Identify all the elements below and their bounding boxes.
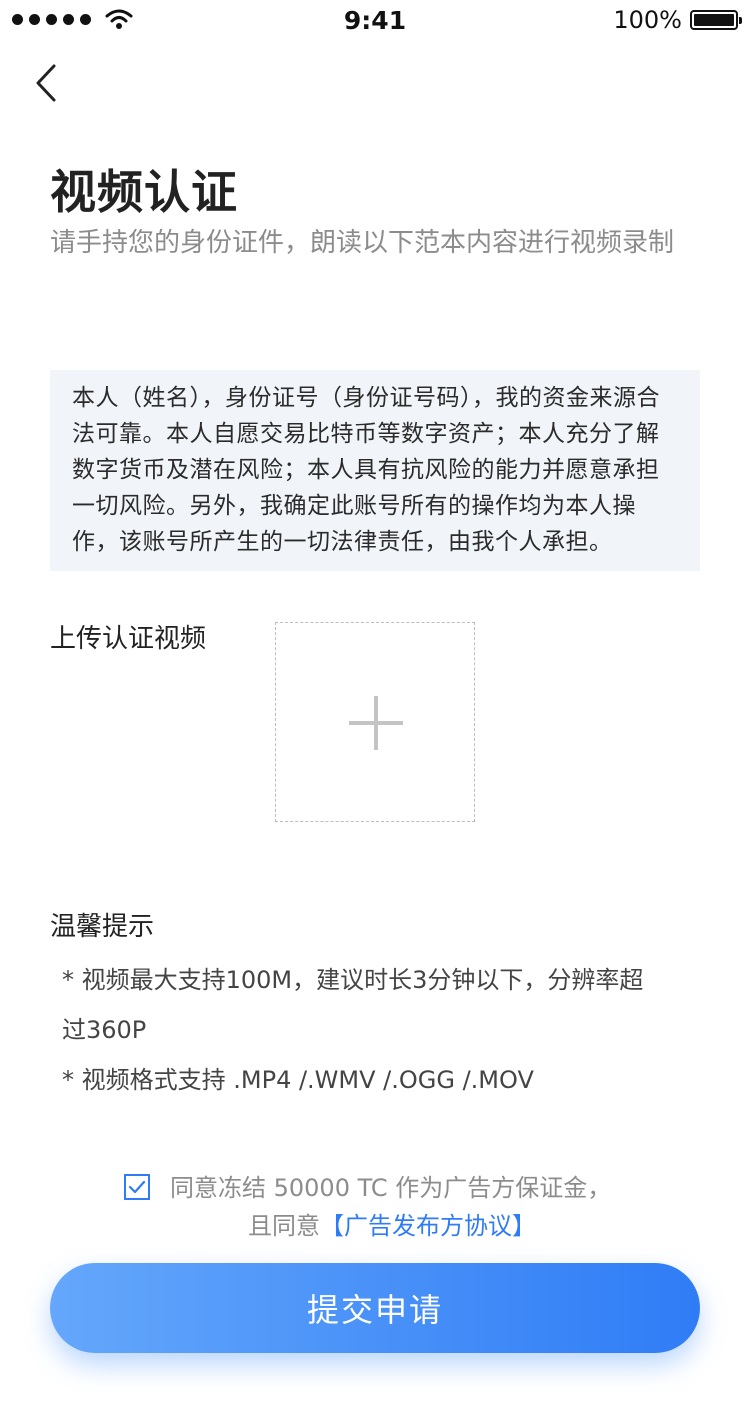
chevron-left-icon (36, 64, 56, 102)
agreement-text-2: 且同意【广告发布方协议】 (248, 1206, 536, 1241)
tip-line: 过360P (62, 1016, 147, 1044)
script-text: 本人（姓名），身份证号（身份证号码），我的资金来源合法可靠。本人自愿交易比特币等… (72, 385, 660, 555)
script-text-box: 本人（姓名），身份证号（身份证号码），我的资金来源合法可靠。本人自愿交易比特币等… (50, 370, 700, 571)
tips-title: 温馨提示 (50, 912, 155, 942)
tip-line: * 视频格式支持 .MP4 /.WMV /.OGG /.MOV (62, 1066, 534, 1094)
battery-icon (690, 10, 742, 30)
page-subtitle: 请手持您的身份证件，朗读以下范本内容进行视频录制 (50, 228, 675, 258)
agreement-link[interactable]: 【广告发布方协议】 (320, 1212, 536, 1240)
back-button[interactable] (26, 58, 70, 108)
status-bar: 9:41 100% (0, 0, 750, 40)
upload-label: 上传认证视频 (50, 624, 207, 654)
checkbox-checked-icon[interactable] (124, 1174, 150, 1200)
page-title: 视频认证 (50, 165, 238, 219)
plus-icon (349, 696, 403, 750)
agreement-prefix: 且同意 (248, 1212, 320, 1240)
tip-line: * 视频最大支持100M，建议时长3分钟以下，分辨率超 (62, 966, 644, 994)
upload-video-button[interactable] (275, 622, 475, 822)
agreement-text: 同意冻结 50000 TC 作为广告方保证金， (170, 1174, 612, 1202)
submit-button[interactable]: 提交申请 (50, 1263, 700, 1353)
battery-percent: 100% (613, 6, 682, 34)
